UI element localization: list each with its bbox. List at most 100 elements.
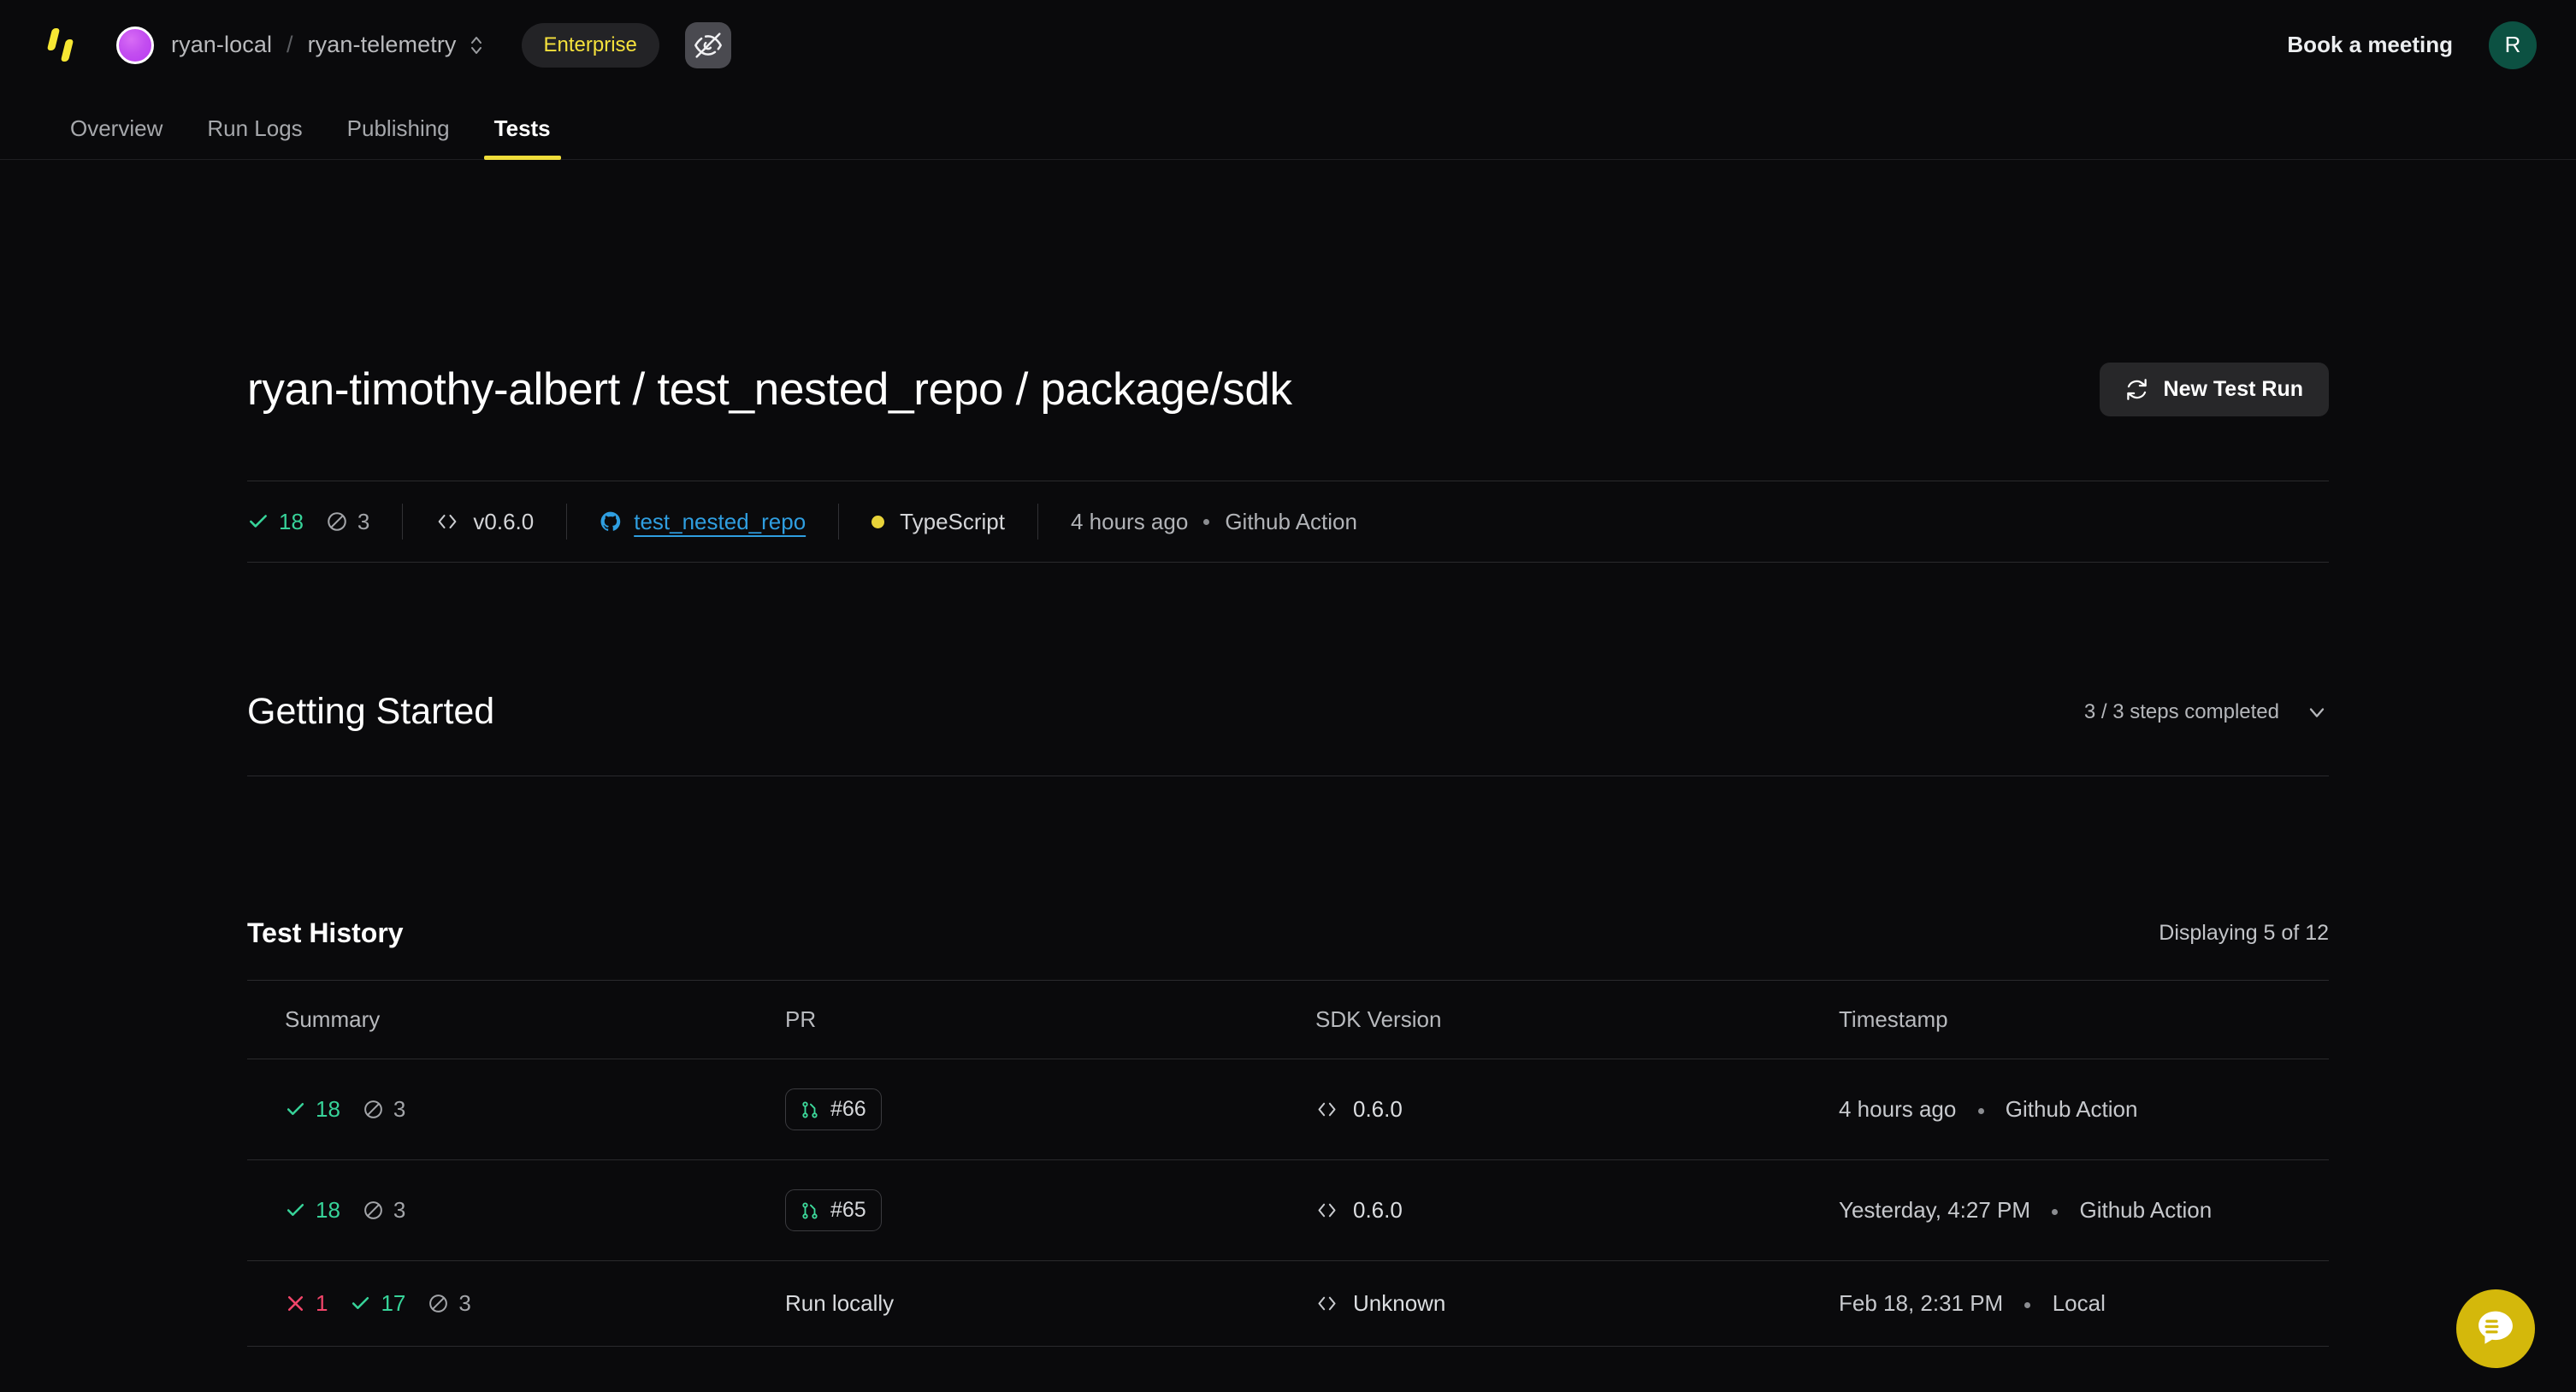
row-source: Github Action bbox=[2080, 1197, 2213, 1223]
slash-circle-icon bbox=[363, 1200, 384, 1221]
cell-sdk-version: 0.6.0 bbox=[1278, 1059, 1801, 1160]
meta-skipped-count: 3 bbox=[357, 509, 369, 535]
cell-timestamp: Yesterday, 4:27 PM Github Action bbox=[1801, 1160, 2329, 1261]
slash-circle-icon bbox=[326, 510, 348, 533]
slash-circle-icon bbox=[428, 1293, 449, 1314]
row-source: Local bbox=[2053, 1290, 2106, 1316]
bullet-separator-icon bbox=[2024, 1302, 2030, 1308]
book-a-meeting-link[interactable]: Book a meeting bbox=[2287, 32, 2453, 58]
getting-started-section: Getting Started 3 / 3 steps completed bbox=[247, 691, 2329, 776]
repo-meta-bar: 18 3 v0.6.0 bbox=[247, 481, 2329, 563]
pull-request-icon bbox=[801, 1201, 819, 1220]
refresh-icon bbox=[2125, 378, 2148, 401]
test-history-header: Test History Displaying 5 of 12 bbox=[247, 917, 2329, 949]
meta-version-text: v0.6.0 bbox=[473, 509, 534, 535]
github-icon bbox=[600, 510, 622, 533]
test-history-table: Summary PR SDK Version Timestamp 18 bbox=[247, 980, 2329, 1347]
row-skipped-count: 3 bbox=[393, 1096, 405, 1123]
cell-sdk-version: 0.6.0 bbox=[1278, 1160, 1801, 1261]
meta-repo[interactable]: test_nested_repo bbox=[567, 481, 838, 562]
table-body: 18 3 #66 bbox=[247, 1059, 2329, 1347]
table-header-row: Summary PR SDK Version Timestamp bbox=[247, 981, 2329, 1059]
language-color-dot bbox=[871, 516, 884, 528]
org-avatar[interactable] bbox=[116, 27, 154, 64]
run-locally-label: Run locally bbox=[785, 1290, 894, 1316]
new-test-run-label: New Test Run bbox=[2164, 377, 2303, 402]
cell-sdk-version: Unknown bbox=[1278, 1261, 1801, 1347]
main-content: ryan-timothy-albert / test_nested_repo /… bbox=[0, 160, 2576, 1347]
meta-passed-count: 18 bbox=[279, 509, 304, 535]
table-row[interactable]: 18 3 #65 bbox=[247, 1160, 2329, 1261]
new-test-run-button[interactable]: New Test Run bbox=[2100, 363, 2329, 416]
meta-language-text: TypeScript bbox=[900, 509, 1005, 535]
row-timestamp: Yesterday, 4:27 PM bbox=[1839, 1197, 2030, 1223]
row-source: Github Action bbox=[2006, 1096, 2138, 1122]
meta-timestamp: 4 hours ago Github Action bbox=[1038, 481, 1390, 562]
row-skipped-stat: 3 bbox=[363, 1096, 405, 1123]
eye-off-icon[interactable] bbox=[685, 22, 731, 68]
row-failed-stat: 1 bbox=[285, 1290, 328, 1317]
getting-started-title: Getting Started bbox=[247, 691, 494, 733]
meta-source-text: Github Action bbox=[1225, 509, 1357, 535]
cell-summary: 1 17 3 bbox=[247, 1261, 747, 1347]
bullet-separator-icon bbox=[1203, 519, 1209, 525]
check-icon bbox=[350, 1293, 371, 1314]
pr-badge[interactable]: #65 bbox=[785, 1189, 882, 1231]
tab-overview[interactable]: Overview bbox=[48, 115, 185, 159]
check-icon bbox=[285, 1099, 306, 1120]
tab-tests[interactable]: Tests bbox=[472, 115, 573, 159]
getting-started-toggle[interactable]: 3 / 3 steps completed bbox=[2084, 700, 2329, 724]
getting-started-progress: 3 / 3 steps completed bbox=[2084, 700, 2279, 724]
row-passed-count: 17 bbox=[381, 1290, 405, 1317]
meta-version: v0.6.0 bbox=[403, 481, 566, 562]
page-header-row: ryan-timothy-albert / test_nested_repo /… bbox=[247, 160, 2329, 416]
row-passed-stat: 18 bbox=[285, 1197, 340, 1224]
code-brackets-icon bbox=[1315, 1292, 1338, 1315]
row-passed-count: 18 bbox=[316, 1197, 340, 1224]
check-icon bbox=[247, 510, 269, 533]
sdk-version-text: 0.6.0 bbox=[1353, 1096, 1403, 1123]
sdk-version-text: Unknown bbox=[1353, 1290, 1445, 1317]
row-passed-stat: 17 bbox=[350, 1290, 405, 1317]
row-passed-count: 18 bbox=[316, 1096, 340, 1123]
row-skipped-stat: 3 bbox=[363, 1197, 405, 1224]
cell-pr: #66 bbox=[747, 1059, 1278, 1160]
chat-bubble-icon[interactable] bbox=[2456, 1289, 2535, 1368]
chevron-down-icon[interactable] bbox=[2305, 700, 2329, 724]
tab-run-logs[interactable]: Run Logs bbox=[185, 115, 324, 159]
cell-timestamp: 4 hours ago Github Action bbox=[1801, 1059, 2329, 1160]
slashes-logo-icon[interactable] bbox=[44, 26, 80, 65]
cell-summary: 18 3 bbox=[247, 1160, 747, 1261]
column-header-pr: PR bbox=[747, 981, 1278, 1059]
table-row[interactable]: 1 17 3 Run l bbox=[247, 1261, 2329, 1347]
row-timestamp: 4 hours ago bbox=[1839, 1096, 1956, 1122]
tab-publishing[interactable]: Publishing bbox=[325, 115, 472, 159]
pr-badge[interactable]: #66 bbox=[785, 1088, 882, 1130]
breadcrumb-project[interactable]: ryan-telemetry bbox=[308, 32, 457, 58]
row-passed-stat: 18 bbox=[285, 1096, 340, 1123]
row-skipped-count: 3 bbox=[458, 1290, 470, 1317]
column-header-sdk-version: SDK Version bbox=[1278, 981, 1801, 1059]
breadcrumb-org[interactable]: ryan-local bbox=[171, 32, 272, 58]
pull-request-icon bbox=[801, 1100, 819, 1119]
row-skipped-count: 3 bbox=[393, 1197, 405, 1224]
column-header-timestamp: Timestamp bbox=[1801, 981, 2329, 1059]
avatar[interactable]: R bbox=[2489, 21, 2537, 69]
pr-number: #65 bbox=[830, 1198, 866, 1223]
column-header-summary: Summary bbox=[247, 981, 747, 1059]
content-wrapper: ryan-timothy-albert / test_nested_repo /… bbox=[247, 160, 2329, 1347]
meta-language: TypeScript bbox=[839, 481, 1037, 562]
repo-link[interactable]: test_nested_repo bbox=[634, 509, 806, 535]
close-icon bbox=[285, 1293, 306, 1314]
plan-badge-enterprise[interactable]: Enterprise bbox=[522, 23, 659, 68]
code-brackets-icon bbox=[1315, 1098, 1338, 1121]
cell-summary: 18 3 bbox=[247, 1059, 747, 1160]
pr-number: #66 bbox=[830, 1097, 866, 1122]
table-row[interactable]: 18 3 #66 bbox=[247, 1059, 2329, 1160]
row-timestamp: Feb 18, 2:31 PM bbox=[1839, 1290, 2003, 1316]
bullet-separator-icon bbox=[2052, 1209, 2058, 1215]
chevron-up-down-icon[interactable] bbox=[469, 34, 484, 56]
meta-passed-stat: 18 bbox=[247, 509, 304, 535]
table-head: Summary PR SDK Version Timestamp bbox=[247, 981, 2329, 1059]
main-nav-tabs: Overview Run Logs Publishing Tests bbox=[0, 90, 2576, 160]
